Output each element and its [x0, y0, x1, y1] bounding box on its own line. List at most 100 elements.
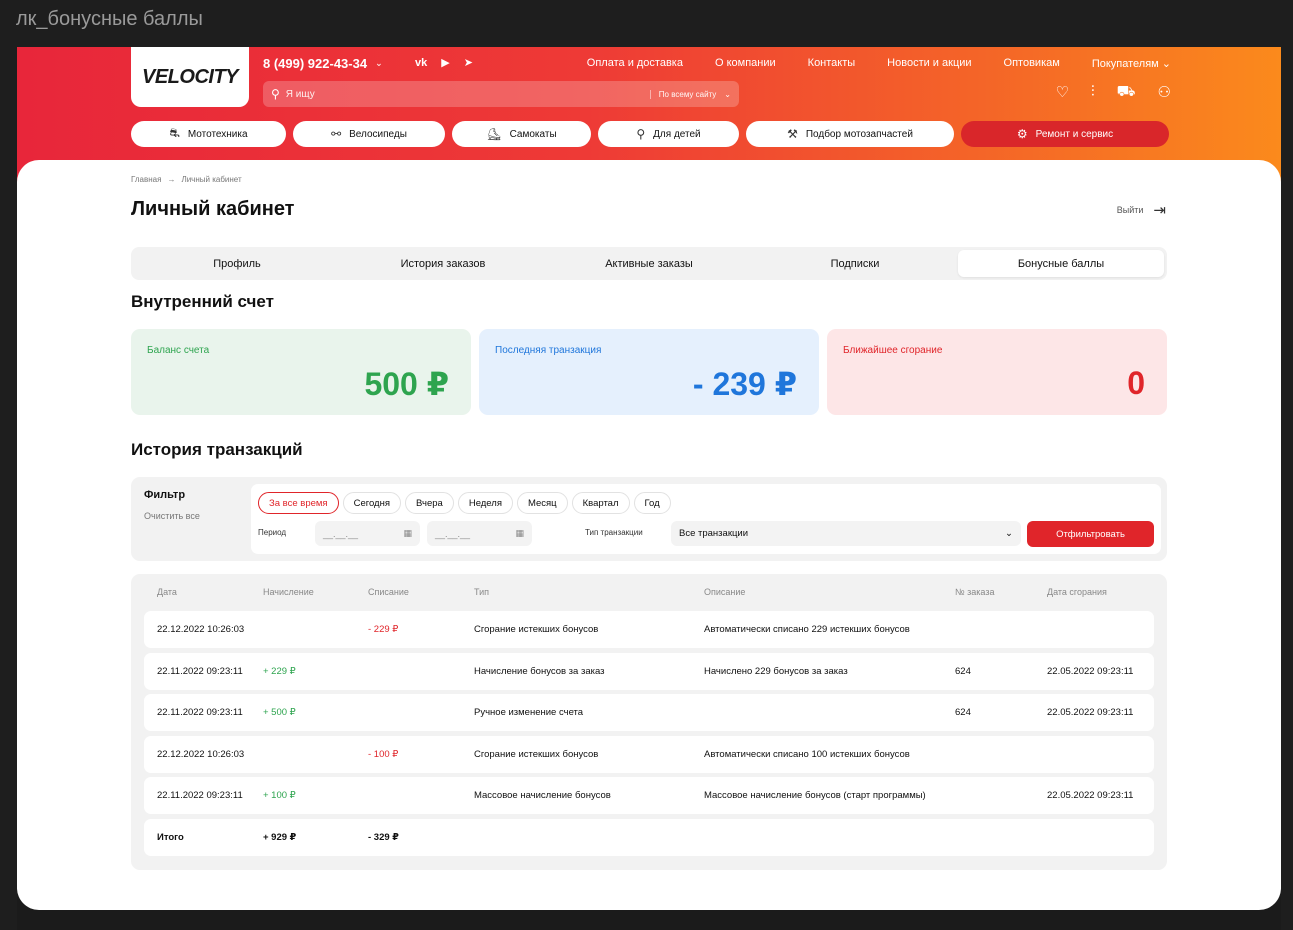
table-row: 22.11.2022 09:23:11 + 229 ₽ Начисление б…: [144, 653, 1154, 690]
gear-icon: ⚙: [1016, 127, 1028, 141]
heart-icon[interactable]: ♡: [1055, 83, 1068, 102]
last-transaction-label: Последняя транзакция: [495, 345, 602, 356]
cell-order: 624: [955, 666, 971, 677]
table-header: Дата Начисление Списание Тип Описание № …: [131, 586, 1167, 598]
top-nav-news[interactable]: Новости и акции: [887, 57, 971, 70]
top-nav-payment[interactable]: Оплата и доставка: [587, 57, 683, 70]
tab-subscriptions[interactable]: Подписки: [752, 250, 958, 277]
cell-expiry: 22.05.2022 09:23:11: [1047, 790, 1134, 801]
top-nav-wholesale[interactable]: Оптовикам: [1004, 57, 1060, 70]
history-section-title: История транзакций: [131, 440, 303, 459]
category-scooters[interactable]: ⛸ Самокаты: [452, 121, 591, 147]
calendar-icon: ▦: [403, 528, 412, 538]
chip-quarter[interactable]: Квартал: [571, 492, 630, 514]
wrench-icon: ⚒: [787, 127, 798, 141]
nearest-expiry-card: Ближайшее сгорание 0: [827, 329, 1167, 415]
phone-number: 8 (499) 922-43-34: [263, 56, 368, 71]
top-nav-about[interactable]: О компании: [715, 57, 776, 70]
calendar-icon: ▦: [515, 528, 524, 538]
cell-description: Автоматически списано 229 истекших бонус…: [704, 624, 910, 635]
user-icon[interactable]: ⚇: [1158, 83, 1171, 102]
category-nav: ⛐ Мототехника ⚯ Велосипеды ⛸ Самокаты ⚲ Для …: [131, 121, 1169, 147]
logout-icon: ⇥: [1153, 202, 1166, 219]
last-transaction-card: Последняя транзакция - 239 ₽: [479, 329, 819, 415]
tab-bonus-points[interactable]: Бонусные баллы: [958, 250, 1164, 277]
chip-yesterday[interactable]: Вчера: [405, 492, 454, 514]
cell-writeoff: - 100 ₽: [368, 749, 399, 760]
clear-filters-link[interactable]: Очистить все: [144, 511, 200, 521]
filter-title: Фильтр: [144, 489, 186, 501]
category-label: Мототехника: [187, 128, 248, 140]
cart-icon[interactable]: ⛟: [1117, 83, 1136, 102]
search-input[interactable]: Я ищу: [286, 89, 650, 100]
tab-order-history[interactable]: История заказов: [340, 250, 546, 277]
logo[interactable]: VELOCITY: [131, 47, 249, 107]
table-row: 22.12.2022 10:26:03 - 100 ₽ Сгорание ист…: [144, 736, 1154, 773]
account-tabs: Профиль История заказов Активные заказы …: [131, 247, 1167, 280]
cell-accrual: + 229 ₽: [263, 666, 296, 677]
frame-label: лк_бонусные баллы: [16, 8, 203, 30]
search-scope-select[interactable]: По всему сайту ⌄: [649, 89, 739, 99]
chip-year[interactable]: Год: [633, 492, 671, 514]
filter-controls: За все время Сегодня Вчера Неделя Месяц …: [251, 484, 1161, 554]
top-nav: Оплата и доставка О компании Контакты Но…: [587, 57, 1171, 70]
category-parts[interactable]: ⚒ Подбор мотозапчастей: [746, 121, 954, 147]
account-section-title: Внутренний счет: [131, 292, 274, 311]
breadcrumb-home[interactable]: Главная: [131, 175, 161, 184]
balance-value: 500 ₽: [364, 366, 449, 402]
filter-submit-button[interactable]: Отфильтровать: [1027, 521, 1154, 547]
cell-date: 22.11.2022 09:23:11: [157, 666, 243, 677]
date-to-placeholder: __.__.__: [435, 528, 471, 539]
balance-card: Баланс счета 500 ₽: [131, 329, 471, 415]
category-kids[interactable]: ⚲ Для детей: [598, 121, 739, 147]
bicycle-icon: ⚯: [331, 127, 342, 141]
date-to-field[interactable]: __.__.__ ▦: [427, 521, 532, 546]
cell-date: 22.12.2022 10:26:03: [157, 749, 245, 760]
header-actions: ♡ ⫶ ⛟ ⚇: [1055, 83, 1171, 102]
search-bar[interactable]: ⚲ Я ищу По всему сайту ⌄: [263, 81, 739, 107]
nearest-expiry-value: 0: [1127, 365, 1145, 401]
tab-active-orders[interactable]: Активные заказы: [546, 250, 752, 277]
category-label: Подбор мотозапчастей: [805, 128, 913, 140]
scooter-icon: ⛸: [486, 127, 502, 141]
top-nav-buyers[interactable]: Покупателям ⌄: [1092, 57, 1171, 70]
cell-description: Массовое начисление бонусов (старт прогр…: [704, 790, 926, 801]
category-repair[interactable]: ⚙ Ремонт и сервис: [961, 121, 1169, 147]
cell-description: Автоматически списано 100 истекших бонус…: [704, 749, 910, 760]
date-from-field[interactable]: __.__.__ ▦: [315, 521, 420, 546]
category-bikes[interactable]: ⚯ Велосипеды: [293, 121, 445, 147]
transaction-type-label: Тип транзакции: [585, 528, 643, 537]
breadcrumb: Главная → Личный кабинет: [131, 175, 242, 184]
search-icon: ⚲: [271, 87, 280, 101]
filter-panel: Фильтр Очистить все За все время Сегодня…: [131, 477, 1167, 561]
date-from-placeholder: __.__.__: [323, 528, 359, 539]
chip-month[interactable]: Месяц: [516, 492, 568, 514]
cell-type: Массовое начисление бонусов: [474, 790, 611, 801]
telegram-icon[interactable]: ➤: [464, 56, 473, 69]
motorcycle-icon: ⛐: [169, 126, 180, 140]
tab-profile[interactable]: Профиль: [134, 250, 340, 277]
arrow-right-icon: →: [167, 175, 176, 184]
vk-icon[interactable]: vk: [415, 57, 427, 69]
cell-type: Сгорание истекших бонусов: [474, 749, 599, 760]
cell-writeoff: - 229 ₽: [368, 624, 399, 635]
phone-dropdown[interactable]: 8 (499) 922-43-34 ⌄: [263, 56, 383, 71]
transactions-table: Дата Начисление Списание Тип Описание № …: [131, 574, 1167, 870]
compare-icon[interactable]: ⫶: [1091, 83, 1095, 102]
chip-today[interactable]: Сегодня: [342, 492, 401, 514]
chip-all-time[interactable]: За все время: [258, 492, 339, 514]
logout-button[interactable]: Выйти ⇥: [1117, 201, 1166, 219]
breadcrumb-current: Личный кабинет: [181, 175, 242, 184]
cell-accrual: + 500 ₽: [263, 707, 296, 718]
col-date: Дата: [157, 587, 177, 597]
col-expiry: Дата сгорания: [1047, 587, 1107, 597]
chip-week[interactable]: Неделя: [457, 492, 513, 514]
category-moto[interactable]: ⛐ Мототехника: [131, 121, 286, 147]
top-nav-contacts[interactable]: Контакты: [808, 57, 856, 70]
cell-date: 22.12.2022 10:26:03: [157, 624, 245, 635]
youtube-icon[interactable]: ▶: [441, 56, 449, 69]
balance-label: Баланс счета: [147, 345, 210, 356]
logout-label: Выйти: [1116, 205, 1144, 215]
transaction-type-select[interactable]: Все транзакции ⌄: [671, 521, 1021, 546]
cell-order: 624: [955, 707, 971, 718]
